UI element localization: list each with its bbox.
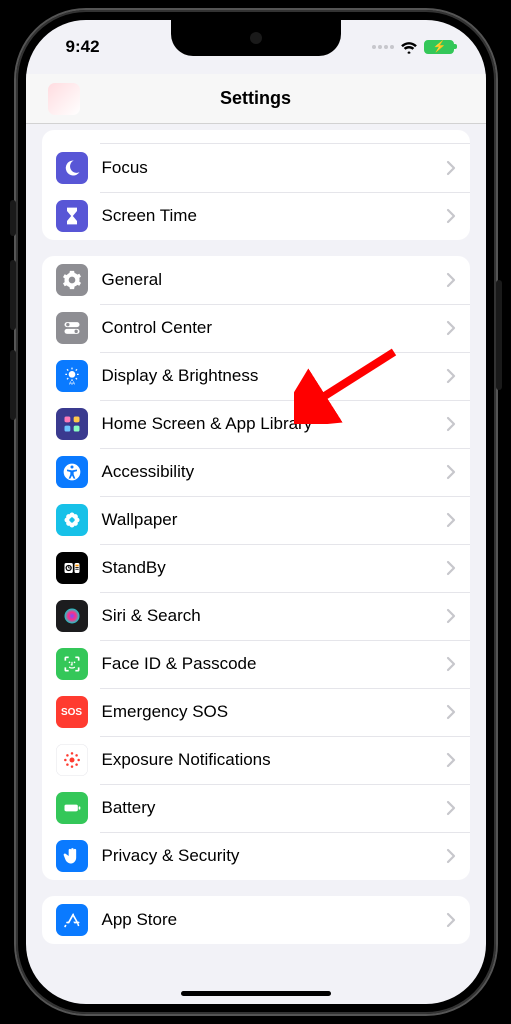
- row-label: General: [102, 270, 446, 290]
- settings-row-siri-search[interactable]: Siri & Search: [42, 592, 470, 640]
- nav-header: Settings: [26, 74, 486, 124]
- chevron-right-icon: [446, 608, 456, 624]
- home-indicator[interactable]: [181, 991, 331, 996]
- status-icons: ⚡: [372, 40, 454, 54]
- cellular-dots-icon: [372, 45, 394, 49]
- chevron-right-icon: [446, 416, 456, 432]
- row-label: Display & Brightness: [102, 366, 446, 386]
- settings-row-display-brightness[interactable]: AA Display & Brightness: [42, 352, 470, 400]
- row-label: Home Screen & App Library: [102, 414, 446, 434]
- settings-row-control-center[interactable]: Control Center: [42, 304, 470, 352]
- gear-icon: [56, 264, 88, 296]
- sos-icon: SOS: [56, 696, 88, 728]
- chevron-right-icon: [446, 704, 456, 720]
- moon-icon: [56, 152, 88, 184]
- chevron-right-icon: [446, 320, 456, 336]
- row-label: StandBy: [102, 558, 446, 578]
- exposure-icon: [56, 744, 88, 776]
- volume-down-button: [10, 350, 16, 420]
- settings-row-focus[interactable]: Focus: [42, 144, 470, 192]
- settings-row-exposure[interactable]: Exposure Notifications: [42, 736, 470, 784]
- settings-row-home-screen[interactable]: Home Screen & App Library: [42, 400, 470, 448]
- standby-icon: [56, 552, 88, 584]
- grid-icon: [56, 408, 88, 440]
- settings-row-screen-time[interactable]: Screen Time: [42, 192, 470, 240]
- screen: 9:42 ⚡ Settings Focus Screen Time General C…: [26, 20, 486, 1004]
- switches-icon: [56, 312, 88, 344]
- row-label: Privacy & Security: [102, 846, 446, 866]
- chevron-right-icon: [446, 912, 456, 928]
- row-label: Control Center: [102, 318, 446, 338]
- settings-row-general[interactable]: General: [42, 256, 470, 304]
- row-label: Accessibility: [102, 462, 446, 482]
- settings-group: App Store: [42, 896, 470, 944]
- settings-group: General Control Center AA Display & Brightn…: [42, 256, 470, 880]
- battery-icon: [56, 792, 88, 824]
- phone-frame: 9:42 ⚡ Settings Focus Screen Time General C…: [16, 10, 496, 1014]
- row-label: Screen Time: [102, 206, 446, 226]
- settings-row-emergency-sos[interactable]: SOS Emergency SOS: [42, 688, 470, 736]
- chevron-right-icon: [446, 848, 456, 864]
- settings-row-wallpaper[interactable]: Wallpaper: [42, 496, 470, 544]
- row-label: Battery: [102, 798, 446, 818]
- settings-row-accessibility[interactable]: Accessibility: [42, 448, 470, 496]
- faceid-icon: [56, 648, 88, 680]
- chevron-right-icon: [446, 464, 456, 480]
- settings-row-faceid[interactable]: Face ID & Passcode: [42, 640, 470, 688]
- row-label: Emergency SOS: [102, 702, 446, 722]
- settings-list[interactable]: Focus Screen Time General Control Center AA D…: [26, 124, 486, 1004]
- row-label: Focus: [102, 158, 446, 178]
- row-label: Siri & Search: [102, 606, 446, 626]
- svg-text:AA: AA: [68, 380, 74, 385]
- volume-up-button: [10, 260, 16, 330]
- chevron-right-icon: [446, 656, 456, 672]
- sun-text-icon: AA: [56, 360, 88, 392]
- mute-switch: [10, 200, 16, 236]
- row-label: Face ID & Passcode: [102, 654, 446, 674]
- power-button: [496, 280, 502, 390]
- chevron-right-icon: [446, 160, 456, 176]
- page-title: Settings: [220, 88, 291, 109]
- chevron-right-icon: [446, 272, 456, 288]
- flower-icon: [56, 504, 88, 536]
- chevron-right-icon: [446, 512, 456, 528]
- settings-row-battery[interactable]: Battery: [42, 784, 470, 832]
- row-label: Wallpaper: [102, 510, 446, 530]
- chevron-right-icon: [446, 208, 456, 224]
- settings-row-app-store[interactable]: App Store: [42, 896, 470, 944]
- appstore-icon: [56, 904, 88, 936]
- settings-row-privacy[interactable]: Privacy & Security: [42, 832, 470, 880]
- settings-group: Focus Screen Time: [42, 130, 470, 240]
- settings-row-standby[interactable]: StandBy: [42, 544, 470, 592]
- chevron-right-icon: [446, 560, 456, 576]
- header-faint-row: [48, 74, 80, 123]
- wifi-icon: [400, 40, 418, 54]
- accessibility-icon: [56, 456, 88, 488]
- row-label: App Store: [102, 910, 446, 930]
- battery-charging-icon: ⚡: [424, 40, 454, 54]
- siri-icon: [56, 600, 88, 632]
- chevron-right-icon: [446, 800, 456, 816]
- hourglass-icon: [56, 200, 88, 232]
- row-label: Exposure Notifications: [102, 750, 446, 770]
- status-time: 9:42: [66, 37, 100, 57]
- hand-icon: [56, 840, 88, 872]
- chevron-right-icon: [446, 752, 456, 768]
- notch: [171, 20, 341, 56]
- chevron-right-icon: [446, 368, 456, 384]
